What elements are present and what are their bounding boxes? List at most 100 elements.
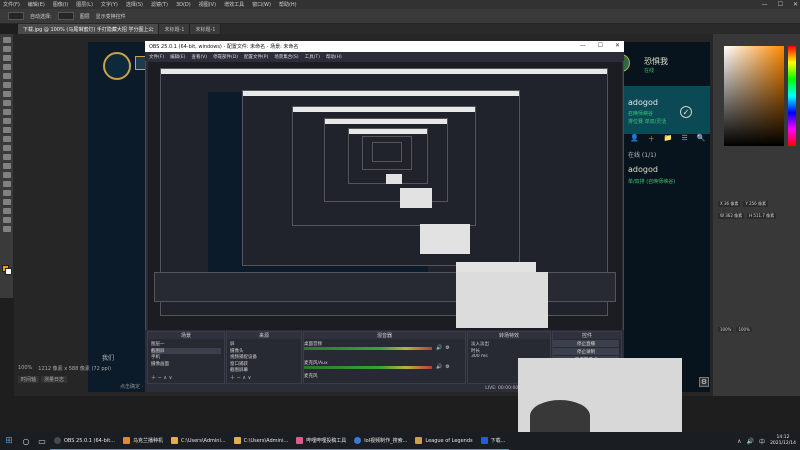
gradient-icon[interactable] [3, 145, 11, 151]
search-icon[interactable]: ○ [18, 432, 34, 450]
volume-meter[interactable] [304, 366, 432, 369]
lasso-icon[interactable] [3, 55, 11, 61]
menu-layer[interactable]: 图层(L) [76, 1, 93, 8]
friend-list-name[interactable]: adogod [628, 165, 658, 174]
frame-icon[interactable] [3, 82, 11, 88]
eraser-icon[interactable] [3, 136, 11, 142]
chevron-up-icon[interactable]: ∧ [737, 438, 741, 445]
taskbar-app-explorer-2[interactable]: C:\Users\Admini... [229, 432, 293, 450]
marquee-icon[interactable] [3, 46, 11, 52]
source-dock-buttons[interactable]: ＋ − ∧ ∨ [230, 374, 251, 381]
windows-start-icon[interactable]: ⊞ [0, 432, 18, 450]
move-tool-icon[interactable] [8, 12, 24, 20]
scene-item[interactable]: 摄像画面 [151, 361, 221, 368]
minimize-icon[interactable]: — [762, 1, 768, 8]
scene-dock-buttons[interactable]: ＋ − ∧ ∨ [151, 374, 172, 381]
menu-help[interactable]: 帮助(H) [279, 1, 297, 8]
menu-plugins[interactable]: 增效工具 [224, 1, 244, 8]
obs-menu-profile[interactable]: 配置文件(P) [244, 54, 268, 60]
layer-select[interactable] [57, 12, 74, 20]
path-select-icon[interactable] [3, 190, 11, 196]
folder-icon[interactable]: 📁 [664, 134, 673, 144]
friend-card[interactable] [612, 86, 710, 134]
stamp-icon[interactable] [3, 118, 11, 124]
prop-h[interactable]: H 511.7 像素 [747, 212, 777, 219]
speaker-icon[interactable]: 🔊 [436, 345, 442, 351]
hue-slider[interactable] [788, 46, 796, 146]
task-view-icon[interactable]: ▭ [34, 432, 50, 450]
settings-icon[interactable]: ⚙ [699, 377, 709, 387]
history-brush-icon[interactable] [3, 127, 11, 133]
taskbar-app-league[interactable]: League of Legends [411, 432, 477, 450]
prop-opacity[interactable]: 100% [718, 327, 734, 332]
obs-menu-view[interactable]: 查看(V) [191, 54, 207, 60]
obs-titlebar[interactable]: OBS 25.0.1 (64-bit, windows) - 配置文件: 未命名… [145, 41, 624, 52]
blur-icon[interactable] [3, 154, 11, 160]
check-icon[interactable]: ✓ [680, 106, 692, 118]
volume-icon[interactable]: 🔊 [747, 438, 754, 445]
close-icon[interactable]: ✕ [615, 42, 620, 49]
background-color-swatch[interactable] [5, 268, 12, 275]
pen-icon[interactable] [3, 172, 11, 178]
ime-indicator[interactable]: 中 [759, 437, 765, 446]
menu-type[interactable]: 文字(Y) [101, 1, 118, 8]
taskbar-app-photoshop[interactable]: 下载... [476, 432, 510, 450]
obs-menu-help[interactable]: 帮助(H) [326, 54, 342, 60]
taskbar-app-obs[interactable]: OBS 25.0.1 (64-bit... [50, 432, 119, 450]
zoom-level[interactable]: 100% [18, 365, 32, 371]
taskbar-app-browser[interactable]: lol视频制作_搜索... [350, 432, 412, 450]
crop-icon[interactable] [3, 73, 11, 79]
menu-select[interactable]: 选择(S) [126, 1, 143, 8]
friend-group-header[interactable]: 在线 (1/1) [628, 150, 656, 159]
menu-file[interactable]: 文件(F) [3, 1, 20, 8]
type-icon[interactable] [3, 181, 11, 187]
menu-3d[interactable]: 3D(D) [176, 2, 191, 8]
hand-icon[interactable] [3, 208, 11, 214]
close-icon[interactable]: ✕ [793, 1, 798, 8]
speaker-icon[interactable]: 🔊 [436, 364, 442, 370]
source-item[interactable]: 截图屏幕 [230, 367, 298, 374]
list-icon[interactable]: ☰ [681, 134, 687, 144]
minimize-icon[interactable]: — [580, 42, 586, 49]
quick-select-icon[interactable] [3, 64, 11, 70]
obs-preview[interactable] [148, 62, 622, 330]
tab-document-3[interactable]: 未标题-1 [190, 24, 222, 34]
tab-timeline[interactable]: 时间轴 [18, 375, 40, 383]
taskbar-app-2[interactable]: 乌克兰播种机 [118, 432, 167, 450]
menu-filter[interactable]: 滤镜(T) [151, 1, 168, 8]
system-clock[interactable]: 14:12 2021/12/14 [770, 435, 796, 447]
brush-icon[interactable] [3, 109, 11, 115]
move-icon[interactable] [3, 37, 11, 43]
obs-menu-file[interactable]: 文件(F) [149, 54, 164, 60]
obs-menu-docks[interactable]: 停靠部件(D) [213, 54, 238, 60]
plus-icon[interactable]: ＋ [648, 134, 655, 144]
gear-icon[interactable]: ⚙ [445, 345, 449, 351]
volume-meter[interactable] [304, 347, 432, 350]
obs-menu-scene-collection[interactable]: 场景集合(S) [274, 54, 298, 60]
obs-menu-tools[interactable]: 工具(T) [305, 54, 320, 60]
prop-w[interactable]: W 362 像素 [718, 212, 745, 219]
color-picker-field[interactable] [724, 46, 784, 146]
show-transform-checkbox[interactable]: 显示变换控件 [96, 13, 126, 20]
obs-menu-edit[interactable]: 编辑(E) [170, 54, 185, 60]
prop-fill[interactable]: 100% [736, 327, 752, 332]
eyedropper-icon[interactable] [3, 91, 11, 97]
maximize-icon[interactable]: ☐ [598, 42, 603, 49]
menu-window[interactable]: 窗口(W) [252, 1, 271, 8]
dodge-icon[interactable] [3, 163, 11, 169]
menu-view[interactable]: 视图(V) [199, 1, 216, 8]
more-tools-icon[interactable] [3, 226, 11, 232]
gear-icon[interactable]: ⚙ [445, 364, 449, 370]
tab-document-2[interactable]: 未标题-1 [159, 24, 191, 34]
healing-icon[interactable] [3, 100, 11, 106]
zoom-icon[interactable] [3, 217, 11, 223]
menu-edit[interactable]: 编辑(E) [28, 1, 45, 8]
menu-image[interactable]: 图像(I) [53, 1, 68, 8]
stop-recording-button[interactable]: 停止录制 [553, 348, 619, 355]
add-friend-icon[interactable]: 👤 [630, 134, 639, 144]
tab-document-1[interactable]: 下载.jpg @ 100% (马尾琳蜜灯) 手打隐藏大招 学分图上公 [18, 24, 160, 34]
tab-measure-log[interactable]: 测量日志 [41, 375, 68, 383]
prop-x[interactable]: X 36 像素 [718, 200, 741, 207]
prop-y[interactable]: Y 256 像素 [743, 200, 768, 207]
taskbar-app-explorer-1[interactable]: C:\Users\Admini... [166, 432, 230, 450]
